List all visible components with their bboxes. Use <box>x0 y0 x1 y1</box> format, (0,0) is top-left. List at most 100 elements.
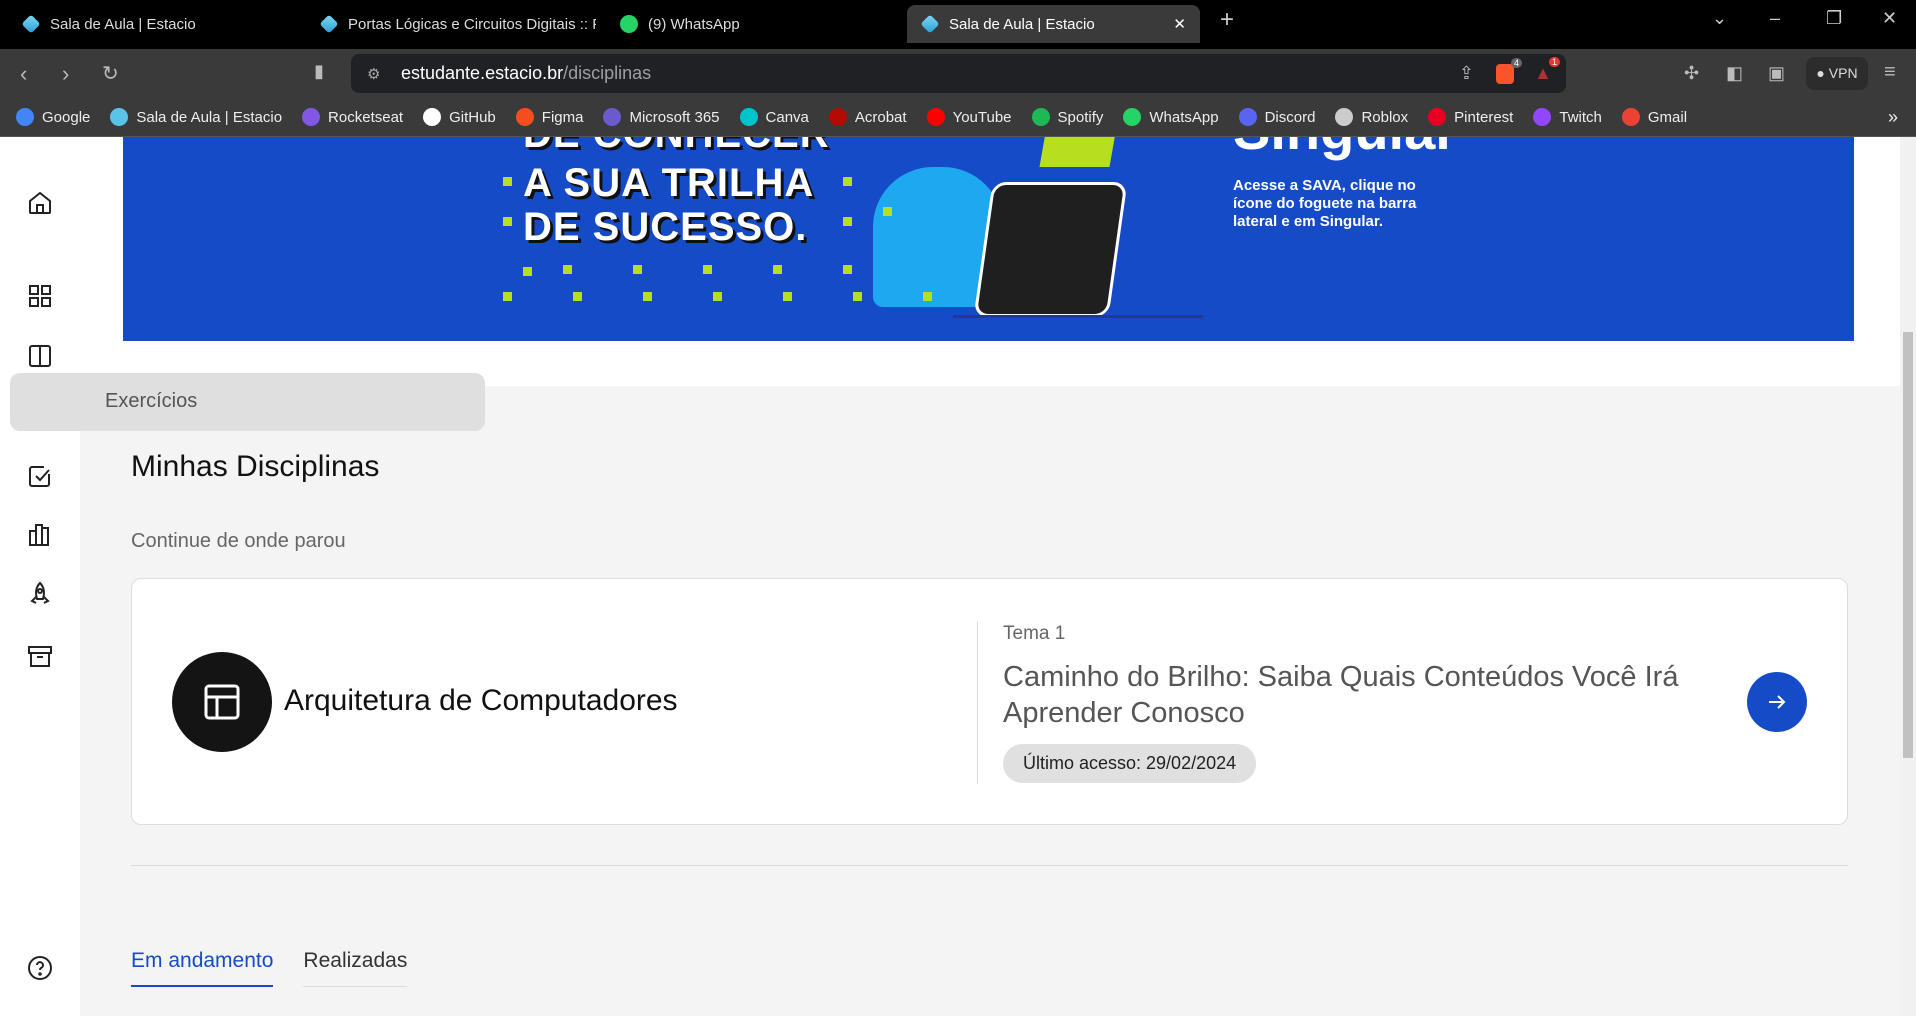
close-tab-icon[interactable]: ✕ <box>1173 15 1186 33</box>
restore-icon[interactable]: ❐ <box>1826 8 1842 29</box>
bookmark-item[interactable]: Figma <box>515 108 584 126</box>
bookmark-label: Twitch <box>1559 108 1602 126</box>
divider <box>977 621 978 784</box>
rocket-icon[interactable] <box>26 580 54 608</box>
bookmark-label: Google <box>42 108 91 126</box>
brave-rewards-icon[interactable]: ▲ 1 <box>1534 57 1560 84</box>
url-host: estudante.estacio.br <box>401 63 564 83</box>
sidebar-tooltip: Exercícios <box>10 373 485 431</box>
bookmark-item[interactable]: Roblox <box>1335 108 1408 126</box>
site-settings-icon[interactable]: ⚙ <box>367 65 380 83</box>
brave-badge: 4 <box>1510 57 1522 68</box>
scrollbar[interactable] <box>1900 137 1916 1016</box>
archive-icon[interactable] <box>26 642 54 670</box>
course-icon <box>172 652 272 752</box>
banner-dot <box>643 292 652 301</box>
banner-dot <box>773 265 782 274</box>
help-icon[interactable] <box>26 954 54 982</box>
new-tab-icon[interactable]: + <box>1220 6 1234 34</box>
minimize-icon[interactable]: – <box>1770 8 1780 29</box>
bookmark-item[interactable]: Discord <box>1238 108 1315 126</box>
banner-dot <box>503 177 512 186</box>
bookmark-favicon-icon <box>739 108 758 126</box>
bookmark-item[interactable]: Acrobat <box>828 108 907 126</box>
course-title[interactable]: Arquitetura de Computadores <box>284 684 678 718</box>
tab-search-icon[interactable]: ⌄ <box>1712 8 1727 29</box>
browser-tab-bar: Sala de Aula | Estacio Portas Lógicas e … <box>0 0 1916 49</box>
bookmark-icon[interactable]: ▮ <box>314 61 324 82</box>
bookmark-item[interactable]: Sala de Aula | Estacio <box>110 108 282 126</box>
bookmark-label: Rocketseat <box>328 108 404 126</box>
bookmark-item[interactable]: Twitch <box>1533 108 1602 126</box>
bookmark-label: Gmail <box>1647 108 1688 126</box>
checkbox-icon[interactable] <box>26 462 54 490</box>
bookmark-item[interactable]: YouTube <box>926 108 1012 126</box>
vpn-button[interactable]: ● VPN <box>1806 57 1868 90</box>
brave-shield-icon[interactable]: 4 <box>1496 57 1522 84</box>
desk-line <box>953 315 1203 318</box>
bookmark-favicon-icon <box>1533 108 1552 126</box>
home-icon[interactable] <box>26 189 54 217</box>
bookmark-favicon-icon <box>1335 108 1354 126</box>
banner-dot <box>713 292 722 301</box>
tab-realizadas[interactable]: Realizadas <box>303 949 408 987</box>
course-tabs: Em andamento Realizadas <box>131 949 408 987</box>
bookmark-favicon-icon <box>16 108 34 126</box>
bookmark-item[interactable]: Rocketseat <box>302 108 403 126</box>
bookmarks-overflow-icon[interactable]: » <box>1888 107 1898 128</box>
bookmark-item[interactable]: Microsoft 365 <box>603 108 720 126</box>
sidebar-toggle-icon[interactable]: ◧ <box>1726 63 1743 84</box>
banner-dot <box>703 265 712 274</box>
bookmark-label: Figma <box>541 108 584 126</box>
tooltip-label: Exercícios <box>105 390 198 412</box>
library-icon[interactable] <box>26 521 54 549</box>
banner-description: Acesse a SAVA, clique no ícone do foguet… <box>1233 177 1417 230</box>
menu-icon[interactable]: ≡ <box>1884 61 1896 84</box>
share-icon[interactable]: ⇪ <box>1459 63 1474 84</box>
sidebar <box>0 137 80 1016</box>
bookmark-item[interactable]: Pinterest <box>1428 108 1513 126</box>
bookmark-item[interactable]: Gmail <box>1621 108 1688 126</box>
scrollbar-thumb[interactable] <box>1903 332 1913 758</box>
lesson-title[interactable]: Caminho do Brilho: Saiba Quais Conteúdos… <box>1003 659 1723 731</box>
forward-icon[interactable]: › <box>62 61 69 87</box>
tab[interactable]: (9) WhatsApp <box>606 5 896 43</box>
bookmark-label: Acrobat <box>854 108 907 126</box>
book-icon[interactable] <box>26 342 54 370</box>
banner-dot <box>503 217 512 226</box>
bookmark-item[interactable]: Canva <box>739 108 809 126</box>
bookmark-favicon-icon <box>1238 108 1257 126</box>
banner-dot <box>843 177 852 186</box>
extensions-icon[interactable]: ✣ <box>1684 63 1699 84</box>
banner-dot <box>523 267 532 276</box>
banner-dot <box>563 265 572 274</box>
bookmark-label: Canva <box>765 108 809 126</box>
tab[interactable]: Portas Lógicas e Circuitos Digitais :: P <box>306 5 596 43</box>
course-card[interactable]: Arquitetura de Computadores Tema 1 Camin… <box>131 578 1848 825</box>
back-icon[interactable]: ‹ <box>20 61 27 87</box>
illustration-note <box>1039 137 1117 167</box>
grid-icon[interactable] <box>26 282 54 310</box>
bookmark-favicon-icon <box>1621 108 1640 126</box>
bookmark-item[interactable]: Spotify <box>1031 108 1103 126</box>
bookmark-favicon-icon <box>423 108 442 126</box>
bookmark-item[interactable]: Google <box>16 108 90 126</box>
bookmark-favicon-icon <box>110 108 129 126</box>
reload-icon[interactable]: ↻ <box>102 61 119 86</box>
promo-banner[interactable]: DE CONHECER A SUA TRILHA DE SUCESSO. Sin… <box>123 137 1854 341</box>
continue-button[interactable] <box>1747 672 1807 732</box>
wallet-icon[interactable]: ▣ <box>1768 63 1785 84</box>
tab-active[interactable]: Sala de Aula | Estacio ✕ <box>907 5 1200 43</box>
address-bar[interactable]: ⚙ estudante.estacio.br/disciplinas ⇪ 4 ▲… <box>351 54 1566 93</box>
bookmarks-bar: Google Sala de Aula | Estacio Rocketseat Gi… <box>0 98 1916 137</box>
bookmark-item[interactable]: GitHub <box>423 108 496 126</box>
last-access-badge: Último acesso: 29/02/2024 <box>1003 744 1257 783</box>
tab-title: (9) WhatsApp <box>648 15 740 33</box>
tab-em-andamento[interactable]: Em andamento <box>131 949 274 987</box>
tab[interactable]: Sala de Aula | Estacio <box>8 5 298 43</box>
bookmark-item[interactable]: WhatsApp <box>1123 108 1219 126</box>
tab-title: Sala de Aula | Estacio <box>50 15 196 33</box>
rewards-badge: 1 <box>1548 57 1560 67</box>
bookmark-label: Microsoft 365 <box>629 108 720 126</box>
close-window-icon[interactable]: ✕ <box>1882 8 1897 29</box>
